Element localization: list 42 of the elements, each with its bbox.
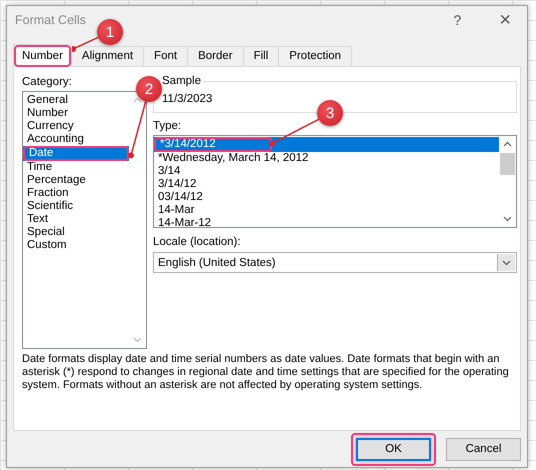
window-title: Format Cells bbox=[15, 13, 86, 27]
list-item[interactable]: 14-Mar bbox=[154, 204, 499, 217]
tab[interactable]: Protection bbox=[278, 46, 352, 66]
scroll-down-icon[interactable] bbox=[503, 216, 512, 222]
field-label: Locale (location): bbox=[153, 235, 241, 249]
list-item[interactable]: Accounting bbox=[23, 133, 129, 146]
scroll-thumb[interactable] bbox=[500, 153, 515, 175]
list-item[interactable]: Fraction bbox=[23, 187, 129, 200]
type-list[interactable]: *3/14/2012 *Wednesday, March 14, 2012 3/14 3/14/12 03/14/12 14-Mar 14-Mar-12 bbox=[153, 135, 517, 228]
group-label: Sample bbox=[160, 74, 203, 88]
list-item[interactable]: 3/14 bbox=[154, 165, 499, 178]
close-button[interactable]: × bbox=[489, 8, 521, 32]
description-text: Date formats display date and time serial numbers as date values. Date formats that begin with an asterisk (*) respond to changes in regional date and time settings that are specified for the operating system. Formats without an asterisk are not affected by operating system settings. bbox=[22, 353, 510, 392]
scroll-up-icon[interactable] bbox=[133, 97, 142, 103]
list-item[interactable]: 14-Mar-12 bbox=[154, 217, 499, 230]
list-item[interactable]: Scientific bbox=[23, 200, 129, 213]
list-item[interactable]: 03/14/12 bbox=[154, 191, 499, 204]
list-item[interactable]: Special bbox=[23, 226, 129, 239]
list-item[interactable]: Text bbox=[23, 213, 129, 226]
field-label: Type: bbox=[153, 119, 182, 133]
scroll-up-icon[interactable] bbox=[503, 141, 512, 147]
list-item[interactable]: 3/14/12 bbox=[154, 178, 499, 191]
tab[interactable]: Number bbox=[13, 44, 72, 67]
list-item[interactable]: Currency bbox=[23, 120, 129, 133]
list-item[interactable]: *3/14/2012 bbox=[154, 137, 499, 152]
sample-value: 11/3/2023 bbox=[162, 93, 212, 105]
field-label: Category: bbox=[22, 75, 72, 89]
list-item[interactable]: Number bbox=[23, 107, 129, 120]
leader-line bbox=[269, 118, 320, 146]
list-item[interactable]: Date bbox=[23, 146, 129, 161]
list-item[interactable]: Percentage bbox=[23, 174, 129, 187]
dropdown-icon[interactable] bbox=[502, 260, 511, 266]
category-list[interactable]: General Number Currency Accounting Date Time Percentage Fraction Scientific Text Special Custom bbox=[22, 91, 147, 349]
cancel-button[interactable]: Cancel bbox=[446, 438, 521, 460]
list-item[interactable]: *Wednesday, March 14, 2012 bbox=[154, 152, 499, 165]
leader-line bbox=[128, 100, 147, 158]
help-button[interactable]: ? bbox=[444, 12, 472, 28]
list-item[interactable]: Custom bbox=[23, 239, 129, 252]
ok-button[interactable]: OK bbox=[356, 438, 431, 460]
locale-dropdown[interactable]: English (United States) bbox=[153, 252, 517, 273]
list-item[interactable]: Time bbox=[23, 161, 129, 174]
list-item[interactable]: General bbox=[23, 94, 129, 107]
